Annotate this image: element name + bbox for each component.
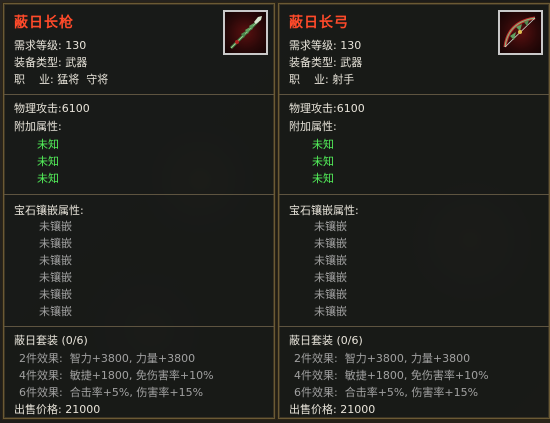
gem-slot: 未镶嵌 bbox=[314, 305, 347, 318]
set-title: 蔽日套装 (0/6) bbox=[14, 334, 88, 347]
divider bbox=[4, 326, 274, 327]
set-effect-label: 4件效果: bbox=[19, 369, 63, 382]
level-value: 130 bbox=[65, 39, 87, 52]
divider bbox=[4, 194, 274, 195]
job-value: 猛将 守将 bbox=[57, 73, 109, 86]
type-value: 武器 bbox=[65, 56, 88, 69]
item-title: 蔽日长弓 bbox=[289, 15, 349, 31]
attack-label: 物理攻击: bbox=[14, 102, 62, 115]
gem-slot: 未镶嵌 bbox=[314, 237, 347, 250]
level-label: 需求等级: bbox=[14, 39, 62, 52]
extra-attr-value: 未知 bbox=[312, 138, 334, 151]
item-tooltip-spear: 蔽日长枪 需求等级: 130 装备类型: 武器 职 业: 猛将 守将 物理攻击:… bbox=[2, 2, 276, 420]
divider bbox=[279, 94, 549, 95]
price-value: 21000 bbox=[340, 403, 376, 416]
set-effect-label: 2件效果: bbox=[19, 352, 63, 365]
attack-value: 6100 bbox=[336, 102, 365, 115]
level-label: 需求等级: bbox=[289, 39, 337, 52]
level-value: 130 bbox=[340, 39, 362, 52]
gem-slot: 未镶嵌 bbox=[314, 271, 347, 284]
set-title: 蔽日套装 (0/6) bbox=[289, 334, 363, 347]
gem-slot: 未镶嵌 bbox=[314, 220, 347, 233]
gem-label: 宝石镶嵌属性: bbox=[289, 204, 359, 217]
gem-slot: 未镶嵌 bbox=[39, 254, 72, 267]
type-label: 装备类型: bbox=[289, 56, 337, 69]
attack-value: 6100 bbox=[61, 102, 90, 115]
divider bbox=[4, 94, 274, 95]
bow-icon bbox=[498, 10, 543, 55]
item-title: 蔽日长枪 bbox=[14, 15, 74, 31]
set-effect-value: 合击率+5%, 伤害率+15% bbox=[344, 386, 479, 399]
gem-label: 宝石镶嵌属性: bbox=[14, 204, 84, 217]
divider bbox=[279, 194, 549, 195]
gem-slot: 未镶嵌 bbox=[39, 237, 72, 250]
gem-slot: 未镶嵌 bbox=[39, 220, 72, 233]
price-label: 出售价格: bbox=[289, 403, 337, 416]
extra-attr-value: 未知 bbox=[37, 172, 59, 185]
divider bbox=[279, 326, 549, 327]
set-effect-value: 智力+3800, 力量+3800 bbox=[344, 352, 471, 365]
set-effect-value: 合击率+5%, 伤害率+15% bbox=[69, 386, 204, 399]
extra-attr-value: 未知 bbox=[312, 155, 334, 168]
extra-attr-value: 未知 bbox=[37, 155, 59, 168]
attack-label: 物理攻击: bbox=[289, 102, 337, 115]
item-tooltip-bow: 蔽日长弓 需求等级: 130 装备类型: 武器 职 业: 射手 物理攻击:610… bbox=[277, 2, 550, 420]
set-effect-label: 2件效果: bbox=[294, 352, 338, 365]
gem-slot: 未镶嵌 bbox=[314, 288, 347, 301]
set-effect-label: 6件效果: bbox=[19, 386, 63, 399]
job-value: 射手 bbox=[332, 73, 355, 86]
set-effect-value: 敏捷+1800, 免伤害率+10% bbox=[344, 369, 489, 382]
type-label: 装备类型: bbox=[14, 56, 62, 69]
spear-icon bbox=[223, 10, 268, 55]
gem-slot: 未镶嵌 bbox=[39, 271, 72, 284]
price-value: 21000 bbox=[65, 403, 101, 416]
job-label: 职 业: bbox=[289, 73, 329, 86]
job-label: 职 业: bbox=[14, 73, 54, 86]
set-effect-value: 敏捷+1800, 免伤害率+10% bbox=[69, 369, 214, 382]
extra-attr-value: 未知 bbox=[37, 138, 59, 151]
extra-attr-value: 未知 bbox=[312, 172, 334, 185]
price-label: 出售价格: bbox=[14, 403, 62, 416]
gem-slot: 未镶嵌 bbox=[314, 254, 347, 267]
gem-slot: 未镶嵌 bbox=[39, 305, 72, 318]
type-value: 武器 bbox=[340, 56, 363, 69]
set-effect-label: 6件效果: bbox=[294, 386, 338, 399]
set-effect-label: 4件效果: bbox=[294, 369, 338, 382]
gem-slot: 未镶嵌 bbox=[39, 288, 72, 301]
extra-attr-label: 附加属性: bbox=[289, 120, 337, 133]
set-effect-value: 智力+3800, 力量+3800 bbox=[69, 352, 196, 365]
extra-attr-label: 附加属性: bbox=[14, 120, 62, 133]
